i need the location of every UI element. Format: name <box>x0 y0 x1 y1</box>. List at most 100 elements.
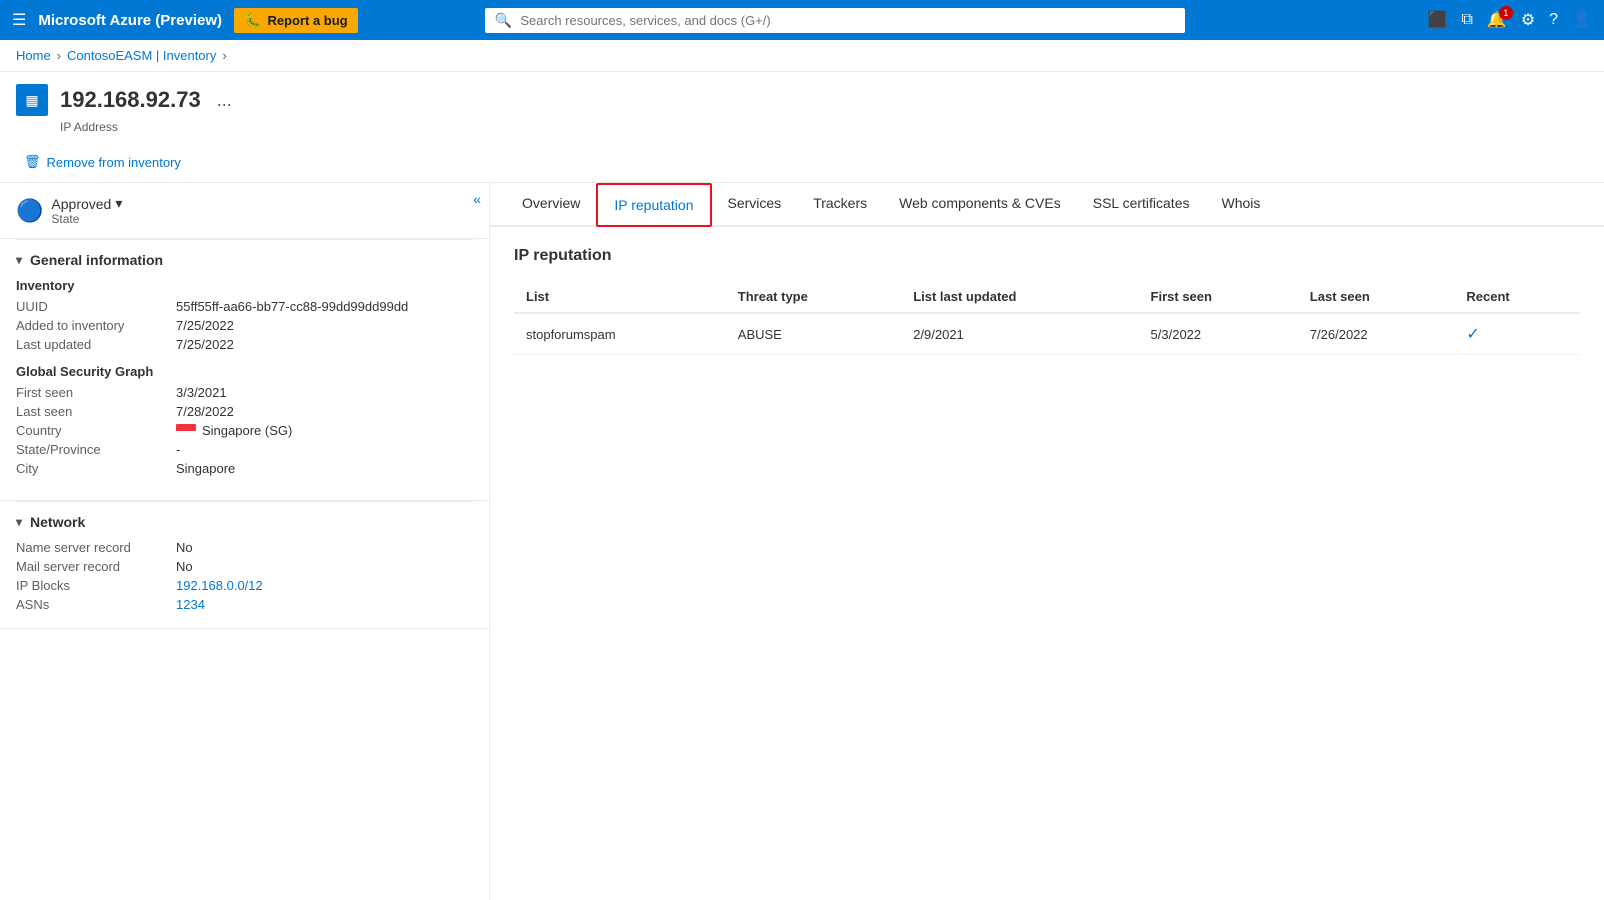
search-input[interactable] <box>520 13 1175 28</box>
singapore-flag-icon <box>176 424 196 437</box>
asns-row: ASNs 1234 <box>16 597 473 612</box>
first-seen-row: First seen 3/3/2021 <box>16 385 473 400</box>
collapse-panel-button[interactable]: « <box>473 191 481 207</box>
ip-blocks-label: IP Blocks <box>16 578 176 593</box>
added-inventory-label: Added to inventory <box>16 318 176 333</box>
first-seen-value: 3/3/2021 <box>176 385 227 400</box>
added-inventory-row: Added to inventory 7/25/2022 <box>16 318 473 333</box>
general-info-title: General information <box>30 252 163 268</box>
settings-icon[interactable]: ⚙ <box>1521 10 1535 30</box>
network-section-header[interactable]: ▾ Network <box>16 514 473 530</box>
state-chevron: ▾ <box>115 195 122 212</box>
col-list-last-updated: List last updated <box>901 281 1138 313</box>
state-section: 🔵 Approved ▾ State <box>0 183 489 239</box>
state-value[interactable]: Approved ▾ <box>51 195 122 212</box>
search-bar: 🔍 <box>485 8 1185 33</box>
mail-server-value: No <box>176 559 193 574</box>
cell-list-last-updated: 2/9/2021 <box>901 313 1138 355</box>
ip-address-icon: ▦ <box>16 84 48 116</box>
last-updated-value: 7/25/2022 <box>176 337 234 352</box>
state-label: State <box>51 212 122 226</box>
name-server-row: Name server record No <box>16 540 473 555</box>
tab-overview[interactable]: Overview <box>506 183 596 227</box>
country-value: Singapore (SG) <box>176 423 292 438</box>
content-area: IP reputation List Threat type List last… <box>490 227 1604 375</box>
ip-blocks-value[interactable]: 192.168.0.0/12 <box>176 578 263 593</box>
search-icon: 🔍 <box>495 12 512 29</box>
uuid-value: 55ff55ff-aa66-bb77-cc88-99dd99dd99dd <box>176 299 408 314</box>
breadcrumb-sep1: › <box>57 48 61 63</box>
state-icon: 🔵 <box>16 198 43 224</box>
breadcrumb: Home › ContosoEASM | Inventory › <box>0 40 1604 72</box>
first-seen-label: First seen <box>16 385 176 400</box>
col-first-seen: First seen <box>1139 281 1298 313</box>
city-value: Singapore <box>176 461 235 476</box>
asns-value[interactable]: 1234 <box>176 597 205 612</box>
ip-blocks-row: IP Blocks 192.168.0.0/12 <box>16 578 473 593</box>
cell-first-seen: 5/3/2022 <box>1139 313 1298 355</box>
col-last-seen: Last seen <box>1298 281 1455 313</box>
more-options-button[interactable]: ... <box>213 90 236 111</box>
page-header: ▦ 192.168.92.73 ... IP Address 🗑 Remove … <box>0 72 1604 183</box>
last-updated-row: Last updated 7/25/2022 <box>16 337 473 352</box>
directory-icon[interactable]: ⧉ <box>1461 11 1472 29</box>
bug-icon: 🐛 <box>244 12 261 29</box>
uuid-label: UUID <box>16 299 176 314</box>
app-title: Microsoft Azure (Preview) <box>38 12 222 29</box>
general-info-header[interactable]: ▾ General information <box>16 252 473 268</box>
city-row: City Singapore <box>16 461 473 476</box>
page-subtitle: IP Address <box>60 120 1588 142</box>
page-title: 192.168.92.73 <box>60 87 201 113</box>
toolbar: 🗑 Remove from inventory <box>16 142 1588 182</box>
breadcrumb-home[interactable]: Home <box>16 48 51 63</box>
top-nav-icons: ⬛ ⧉ 🔔 1 ⚙ ? 👤 <box>1428 10 1592 30</box>
tab-ip-reputation[interactable]: IP reputation <box>596 183 711 227</box>
added-inventory-value: 7/25/2022 <box>176 318 234 333</box>
cell-last-seen: 7/26/2022 <box>1298 313 1455 355</box>
col-recent: Recent <box>1454 281 1580 313</box>
col-threat-type: Threat type <box>726 281 901 313</box>
table-body: stopforumspam ABUSE 2/9/2021 5/3/2022 7/… <box>514 313 1580 355</box>
report-bug-button[interactable]: 🐛 Report a bug <box>234 8 358 33</box>
security-group: Global Security Graph First seen 3/3/202… <box>16 364 473 476</box>
tab-whois[interactable]: Whois <box>1205 183 1276 227</box>
remove-from-inventory-button[interactable]: 🗑 Remove from inventory <box>16 150 189 174</box>
uuid-row: UUID 55ff55ff-aa66-bb77-cc88-99dd99dd99d… <box>16 299 473 314</box>
general-information-section: ▾ General information Inventory UUID 55f… <box>0 240 489 501</box>
asns-label: ASNs <box>16 597 176 612</box>
network-title: Network <box>30 514 85 530</box>
last-seen-label: Last seen <box>16 404 176 419</box>
content-title: IP reputation <box>514 247 1580 265</box>
state-province-value: - <box>176 442 180 457</box>
tab-services[interactable]: Services <box>712 183 798 227</box>
tab-ssl-certificates[interactable]: SSL certificates <box>1077 183 1206 227</box>
report-bug-label: Report a bug <box>267 13 347 28</box>
cell-list: stopforumspam <box>514 313 726 355</box>
table-row: stopforumspam ABUSE 2/9/2021 5/3/2022 7/… <box>514 313 1580 355</box>
tab-web-components[interactable]: Web components & CVEs <box>883 183 1077 227</box>
help-icon[interactable]: ? <box>1549 11 1558 29</box>
last-seen-row: Last seen 7/28/2022 <box>16 404 473 419</box>
section-chevron-network: ▾ <box>16 515 22 529</box>
notification-badge: 1 <box>1499 6 1513 20</box>
breadcrumb-inventory[interactable]: ContosoEASM | Inventory <box>67 48 216 63</box>
remove-label: Remove from inventory <box>47 155 181 170</box>
section-chevron-general: ▾ <box>16 253 22 267</box>
account-icon[interactable]: 👤 <box>1572 10 1592 30</box>
notifications-icon[interactable]: 🔔 1 <box>1487 10 1507 30</box>
main-layout: « 🔵 Approved ▾ State ▾ General informati… <box>0 183 1604 900</box>
cell-recent: ✓ <box>1454 313 1580 355</box>
right-panel: Overview IP reputation Services Trackers… <box>490 183 1604 900</box>
left-panel: « 🔵 Approved ▾ State ▾ General informati… <box>0 183 490 900</box>
last-updated-label: Last updated <box>16 337 176 352</box>
city-label: City <box>16 461 176 476</box>
tabs-bar: Overview IP reputation Services Trackers… <box>490 183 1604 227</box>
last-seen-value: 7/28/2022 <box>176 404 234 419</box>
tab-trackers[interactable]: Trackers <box>797 183 883 227</box>
mail-server-label: Mail server record <box>16 559 176 574</box>
hamburger-icon[interactable]: ☰ <box>12 10 26 30</box>
col-list: List <box>514 281 726 313</box>
recent-check-icon: ✓ <box>1466 326 1479 343</box>
cloud-shell-icon[interactable]: ⬛ <box>1428 10 1448 30</box>
name-server-value: No <box>176 540 193 555</box>
